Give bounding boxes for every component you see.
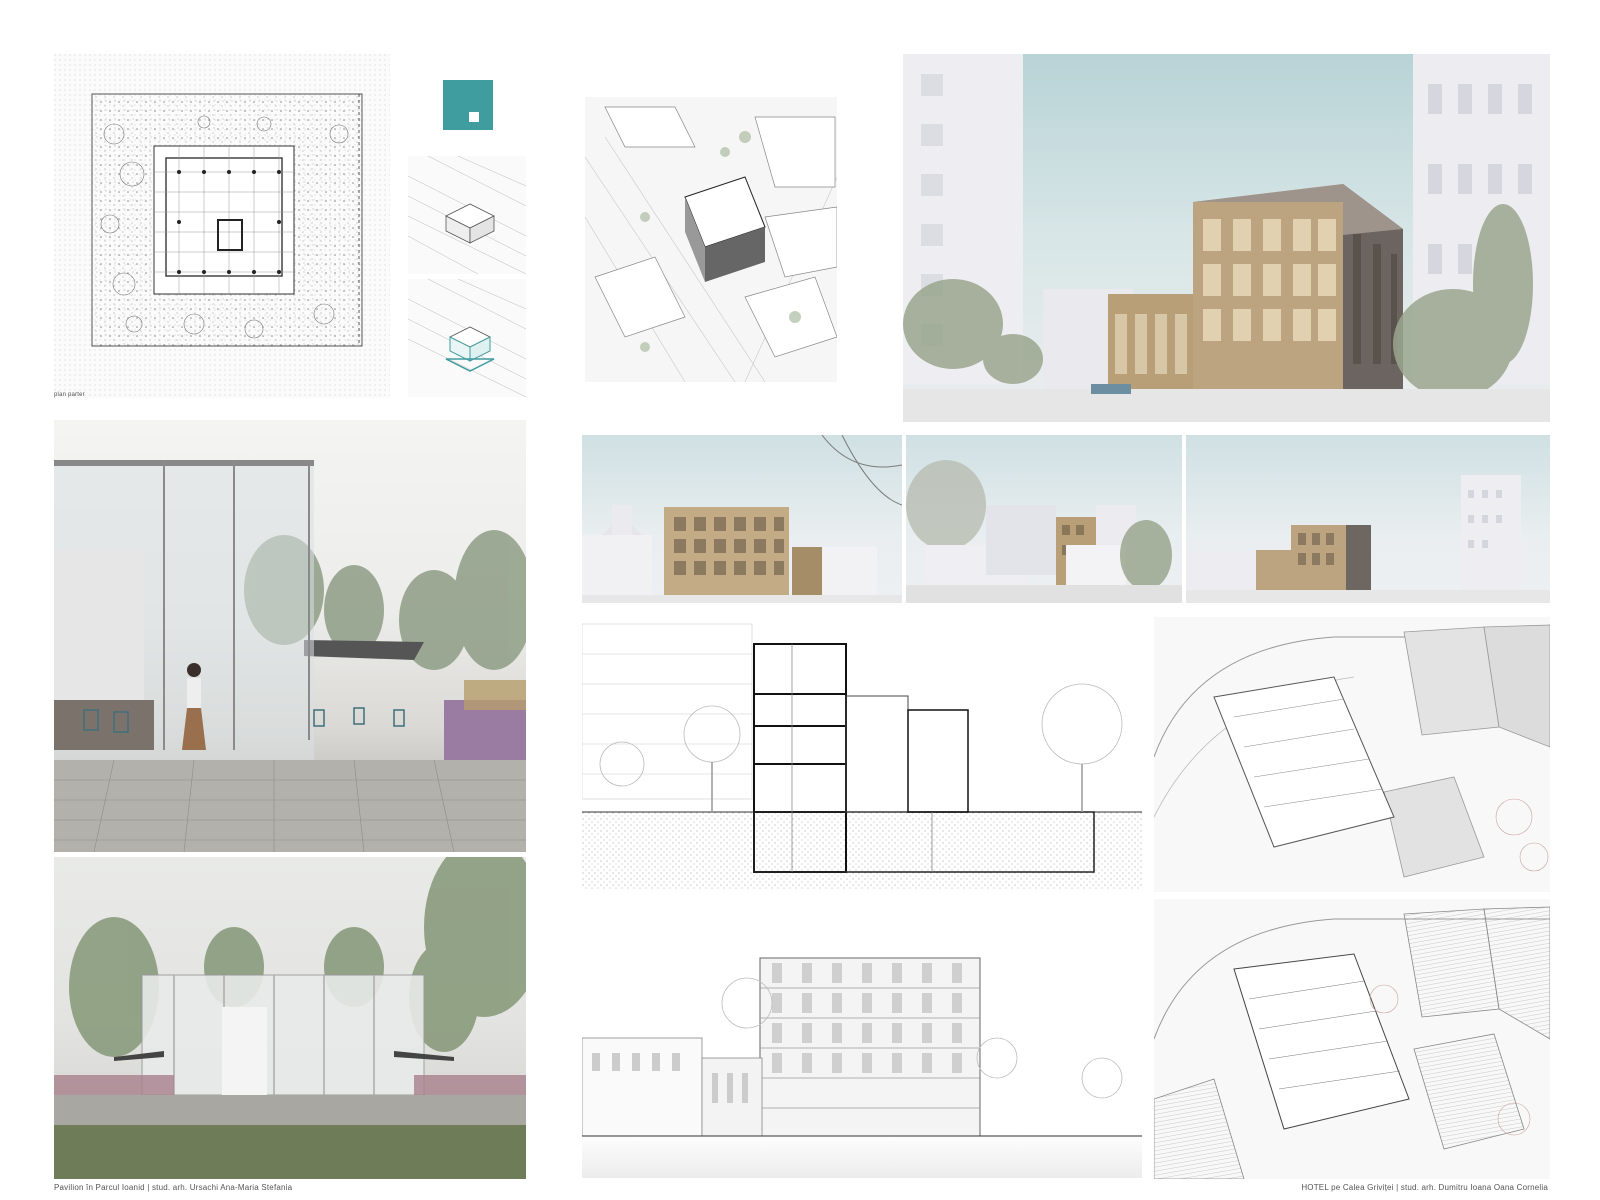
hotel-site-plan-2 [1154, 899, 1550, 1179]
hotel-render-main [903, 54, 1550, 422]
hotel-site-plan-1 [1154, 617, 1550, 892]
pavilion-render-terrace [54, 420, 526, 852]
hotel-render-street-3 [1186, 435, 1550, 603]
pavilion-axonometric-bottom [408, 279, 526, 397]
plan-label: plan parter [54, 392, 85, 398]
hotel-render-street-2 [906, 435, 1182, 603]
right-project-caption: HOTEL pe Calea Griviței | stud. arh. Dum… [1301, 1183, 1548, 1192]
hotel-elevation-drawing [582, 948, 1142, 1178]
left-project-caption: Pavilion în Parcul Ioanid | stud. arh. U… [54, 1183, 293, 1192]
hotel-section-drawing [582, 614, 1142, 890]
pavilion-site-plan: plan parter [54, 54, 390, 398]
project-logo-icon [443, 80, 493, 130]
hotel-render-street-1 [582, 435, 902, 603]
pavilion-axonometric-top [408, 156, 526, 274]
hotel-urban-axonometric [585, 97, 837, 382]
pavilion-render-exterior [54, 857, 526, 1179]
